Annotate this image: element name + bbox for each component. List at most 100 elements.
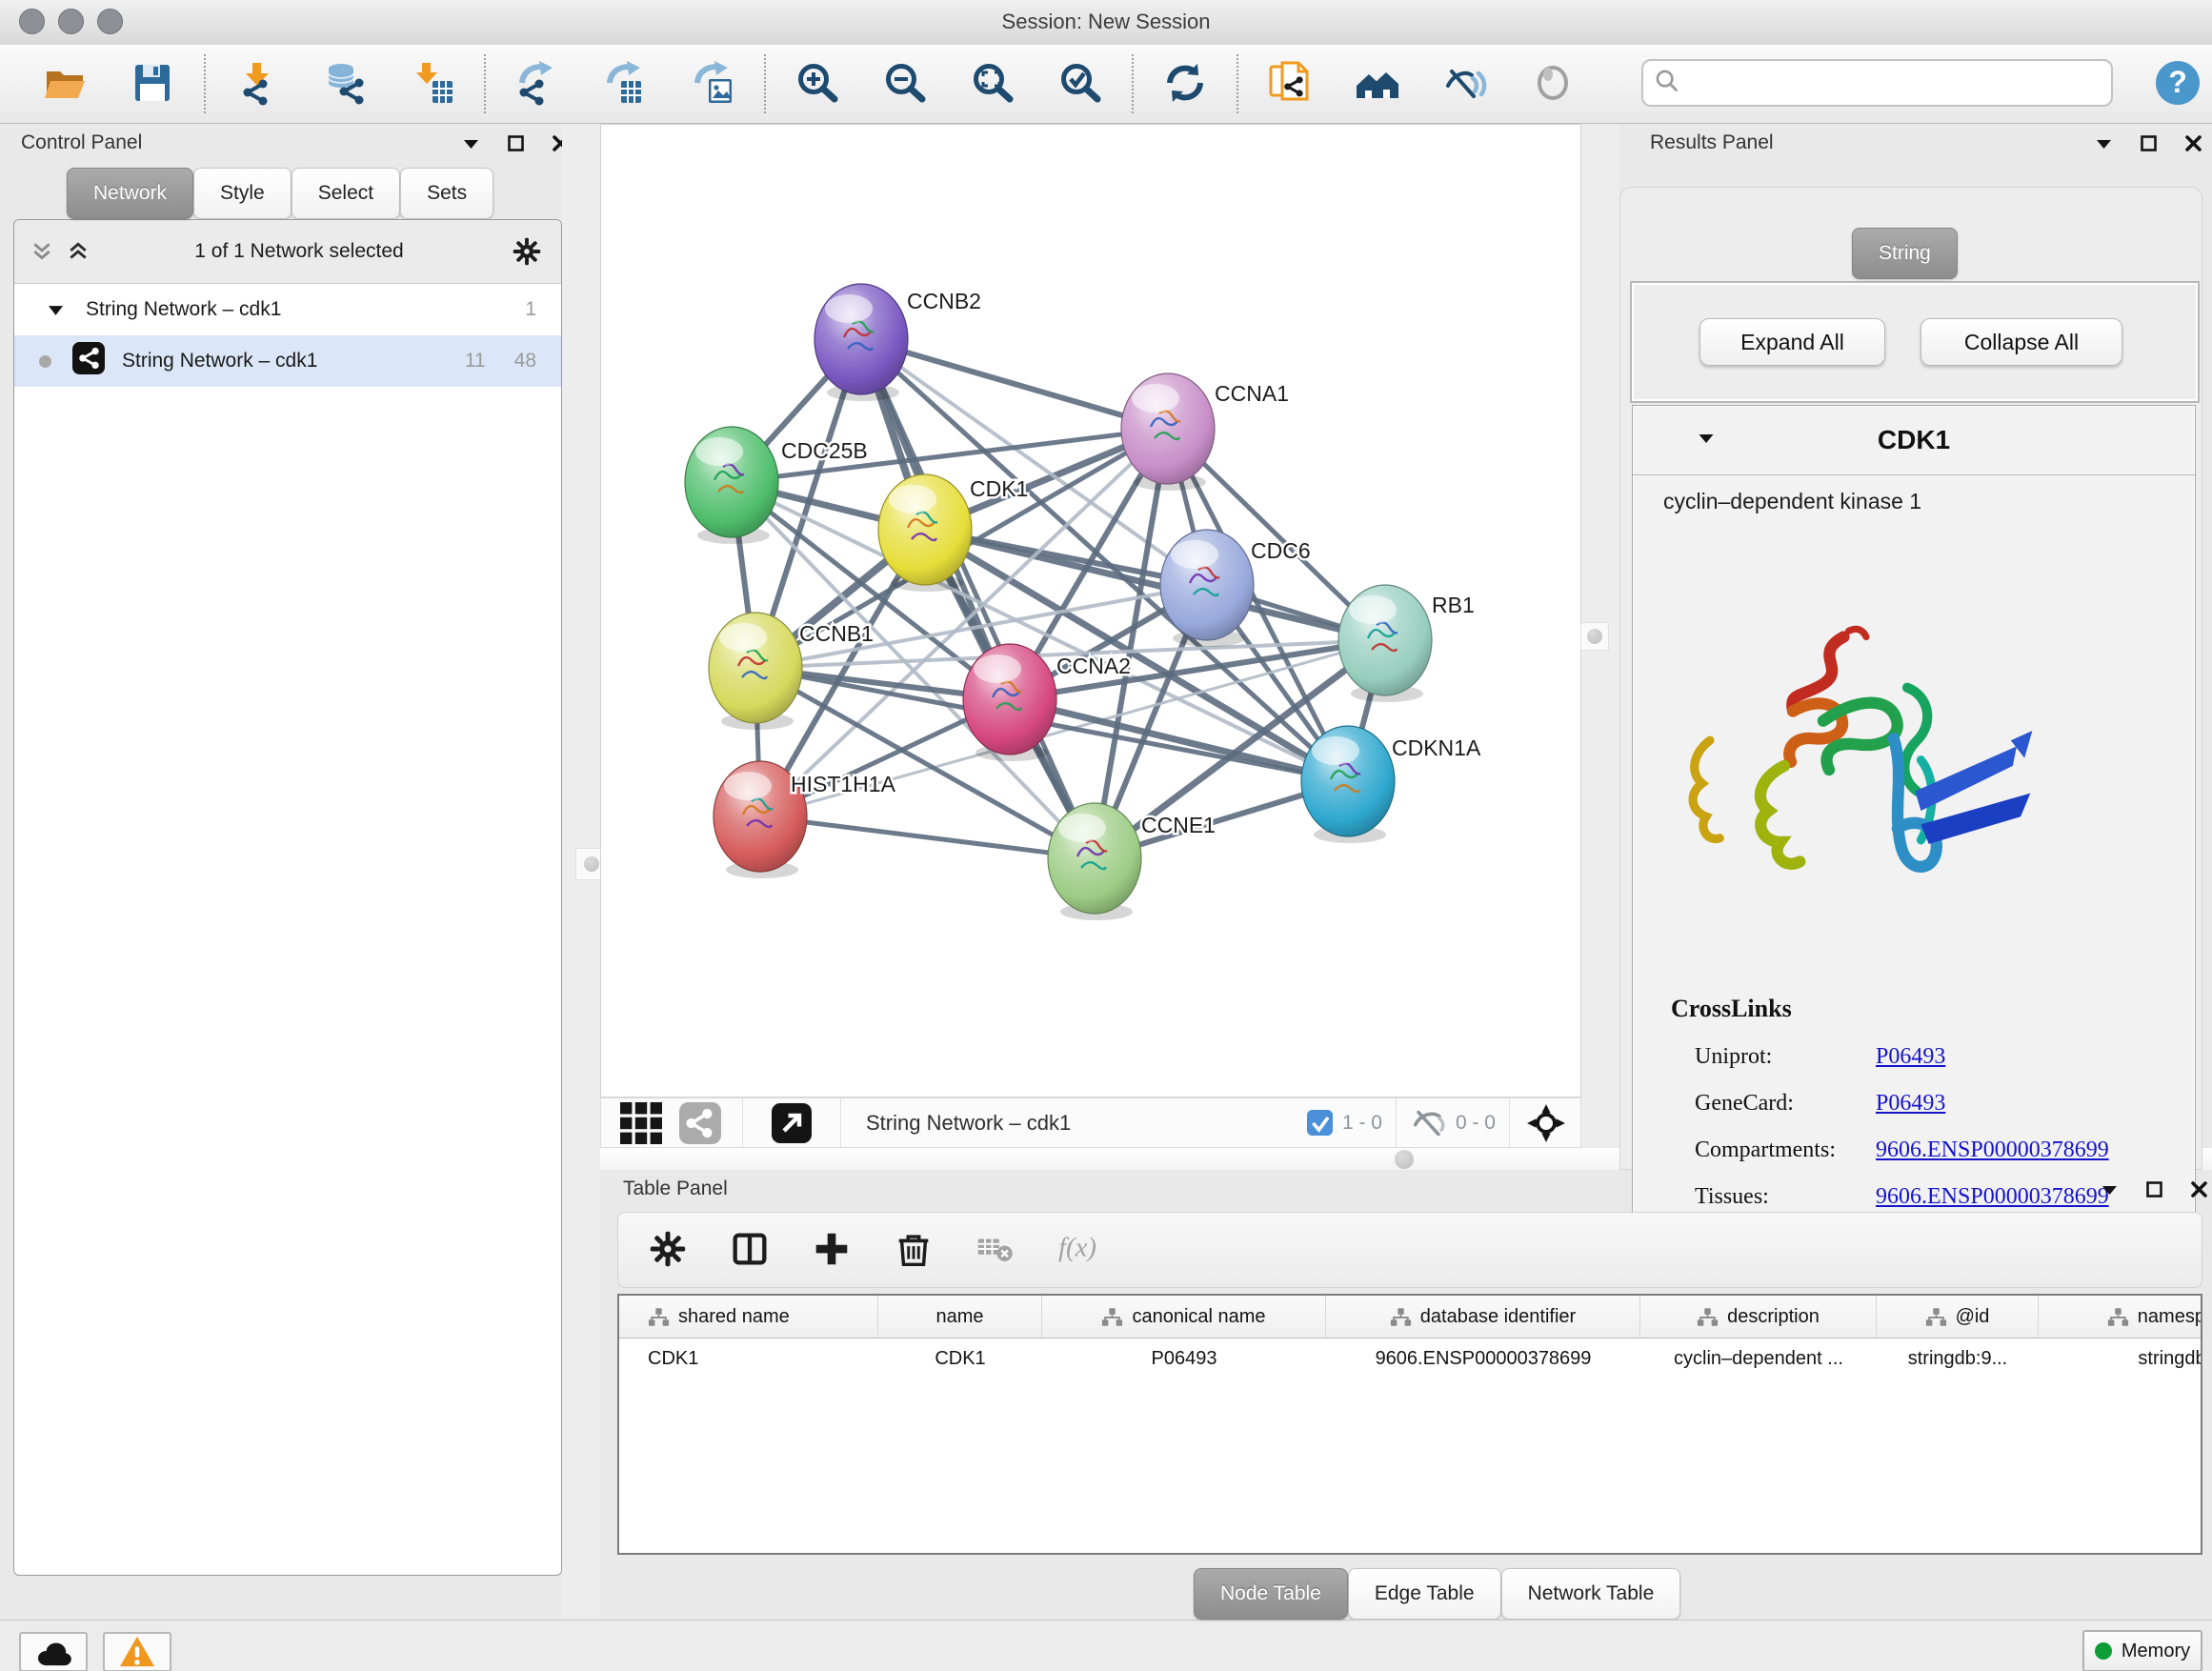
tab-sets[interactable]: Sets [400, 168, 493, 219]
results-panel-collapse-button[interactable] [2096, 138, 2112, 150]
table-row[interactable]: CDK1CDK1P064939606.ENSP00000378699cyclin… [619, 1339, 2201, 1379]
node-label-CDC25B: CDC25B [781, 438, 868, 463]
node-CCNB2[interactable] [814, 284, 908, 401]
open-string-document-button[interactable] [1263, 57, 1317, 111]
tab-network-table[interactable]: Network Table [1501, 1568, 1681, 1620]
cloud-button[interactable] [19, 1632, 88, 1671]
crosslink-link[interactable]: P06493 [1876, 1091, 1945, 1117]
birdseye-view-icon[interactable] [1525, 1102, 1567, 1144]
help-button[interactable]: ? [2152, 57, 2203, 109]
import-network-button[interactable] [231, 57, 284, 111]
tab-node-table[interactable]: Node Table [1194, 1568, 1348, 1620]
selected-checkbox-icon[interactable] [1307, 1110, 1333, 1136]
apply-layout-button[interactable] [1158, 57, 1212, 111]
share-network-icon[interactable] [679, 1102, 721, 1144]
export-network-button[interactable] [511, 57, 564, 111]
node-label-CCNA1: CCNA1 [1215, 381, 1289, 406]
zoom-in-button[interactable] [791, 57, 844, 111]
tab-edge-table[interactable]: Edge Table [1348, 1568, 1501, 1620]
results-panel-float-button[interactable] [2141, 135, 2157, 151]
node-CCNE1[interactable] [1048, 803, 1141, 920]
table-panel-close-button[interactable] [2191, 1181, 2207, 1198]
memory-button[interactable]: Memory [2082, 1630, 2202, 1671]
gene-expander-icon[interactable] [1698, 432, 1715, 449]
column-header--id[interactable]: @id [1877, 1296, 2039, 1338]
zoom-in-icon [794, 60, 840, 109]
open-file-button[interactable] [38, 57, 91, 111]
crosslink-row: Compartments: 9606.ENSP00000378699 [1671, 1137, 2166, 1163]
network-row[interactable]: String Network – cdk1 11 48 [14, 335, 561, 387]
control-panel-float-button[interactable] [508, 135, 524, 151]
show-graphics-details-icon [1530, 60, 1576, 109]
node-RB1[interactable] [1338, 585, 1432, 702]
edge-CCNB2-CCNE1[interactable] [861, 339, 1095, 858]
node-label-HIST1H1A: HIST1H1A [791, 772, 896, 796]
control-panel-collapse-button[interactable] [463, 138, 479, 150]
application-window: Session: New Session ? Control Panel Net… [0, 0, 2212, 1671]
import-network-database-button[interactable] [318, 57, 372, 111]
gene-header-row[interactable]: CDK1 [1633, 406, 2195, 475]
tab-style[interactable]: Style [193, 168, 292, 219]
zoom-fit-content-button[interactable] [966, 57, 1019, 111]
save-session-button[interactable] [126, 57, 179, 111]
collapse-all-button[interactable]: Collapse All [1920, 318, 2122, 366]
export-image-button[interactable] [686, 57, 739, 111]
horizontal-splitter-handle[interactable] [1395, 1150, 1414, 1169]
network-collection-row[interactable]: String Network – cdk1 1 [14, 284, 561, 335]
import-table-button[interactable] [406, 57, 459, 111]
string-home-button[interactable] [1351, 57, 1404, 111]
crosslink-link[interactable]: P06493 [1876, 1044, 1945, 1070]
node-CDC25B[interactable] [685, 427, 778, 544]
zoom-out-button[interactable] [878, 57, 932, 111]
grid-view-icon[interactable] [620, 1102, 662, 1144]
table-panel-collapse-button[interactable] [2101, 1184, 2118, 1196]
results-panel-close-button[interactable] [2185, 135, 2202, 151]
right-splitter-handle[interactable] [1580, 622, 1609, 651]
network-canvas[interactable]: CCNB2CCNA1CDC25BCDK1CDC6RB1CCNB1CCNA2CDK… [601, 125, 1580, 1097]
show-graphics-details-button [1526, 57, 1579, 111]
delete-row-button[interactable] [887, 1223, 940, 1277]
tree-expander-icon[interactable] [49, 298, 63, 321]
hierarchy-icon [1697, 1307, 1719, 1327]
table-panel-float-button[interactable] [2146, 1181, 2162, 1198]
column-header-shared-name[interactable]: shared name [619, 1296, 878, 1338]
column-header-database-identifier[interactable]: database identifier [1326, 1296, 1640, 1338]
add-column-button[interactable] [805, 1223, 858, 1277]
node-CDKN1A[interactable] [1301, 726, 1395, 843]
open-in-window-icon[interactable] [772, 1103, 812, 1143]
tab-select[interactable]: Select [292, 168, 400, 219]
search-input[interactable] [1679, 63, 2111, 103]
column-header-namespace[interactable]: namespace [2039, 1296, 2202, 1338]
network-list-header: 1 of 1 Network selected [14, 220, 561, 284]
zoom-selected-button[interactable] [1054, 57, 1107, 111]
table-cell: stringdb [2039, 1339, 2202, 1379]
node-label-CDKN1A: CDKN1A [1392, 735, 1481, 760]
export-table-button[interactable] [598, 57, 652, 111]
network-options-gear-icon[interactable] [510, 234, 544, 269]
tab-string[interactable]: String [1852, 228, 1958, 279]
edge-HIST1H1A-CCNE1[interactable] [760, 816, 1095, 858]
tab-network[interactable]: Network [67, 168, 193, 219]
column-header-description[interactable]: description [1640, 1296, 1877, 1338]
column-header-name[interactable]: name [878, 1296, 1042, 1338]
table-settings-button[interactable] [641, 1223, 694, 1277]
hidden-node-edge-count: 0 - 0 [1456, 1112, 1496, 1135]
network-name: String Network – cdk1 [122, 350, 317, 372]
gene-name: CDK1 [1715, 425, 2113, 455]
node-CCNB1[interactable] [709, 613, 802, 730]
delete-table-icon [974, 1227, 1017, 1274]
warnings-button[interactable] [103, 1632, 171, 1671]
column-header-canonical-name[interactable]: canonical name [1042, 1296, 1326, 1338]
node-label-CCNB2: CCNB2 [907, 289, 981, 313]
toolbar-separator [764, 54, 766, 113]
hide-graphics-details-button[interactable] [1438, 57, 1492, 111]
split-panel-button[interactable] [723, 1223, 776, 1277]
search-icon [1655, 69, 1679, 98]
collapse-all-networks-button[interactable] [31, 242, 52, 261]
network-view[interactable]: CCNB2CCNA1CDC25BCDK1CDC6RB1CCNB1CCNA2CDK… [600, 124, 1581, 1097]
node-CCNA1[interactable] [1121, 373, 1215, 491]
expand-all-button[interactable]: Expand All [1699, 318, 1885, 366]
expand-all-networks-button[interactable] [68, 242, 89, 261]
node-layer [685, 284, 1432, 920]
crosslink-link[interactable]: 9606.ENSP00000378699 [1876, 1137, 2109, 1163]
